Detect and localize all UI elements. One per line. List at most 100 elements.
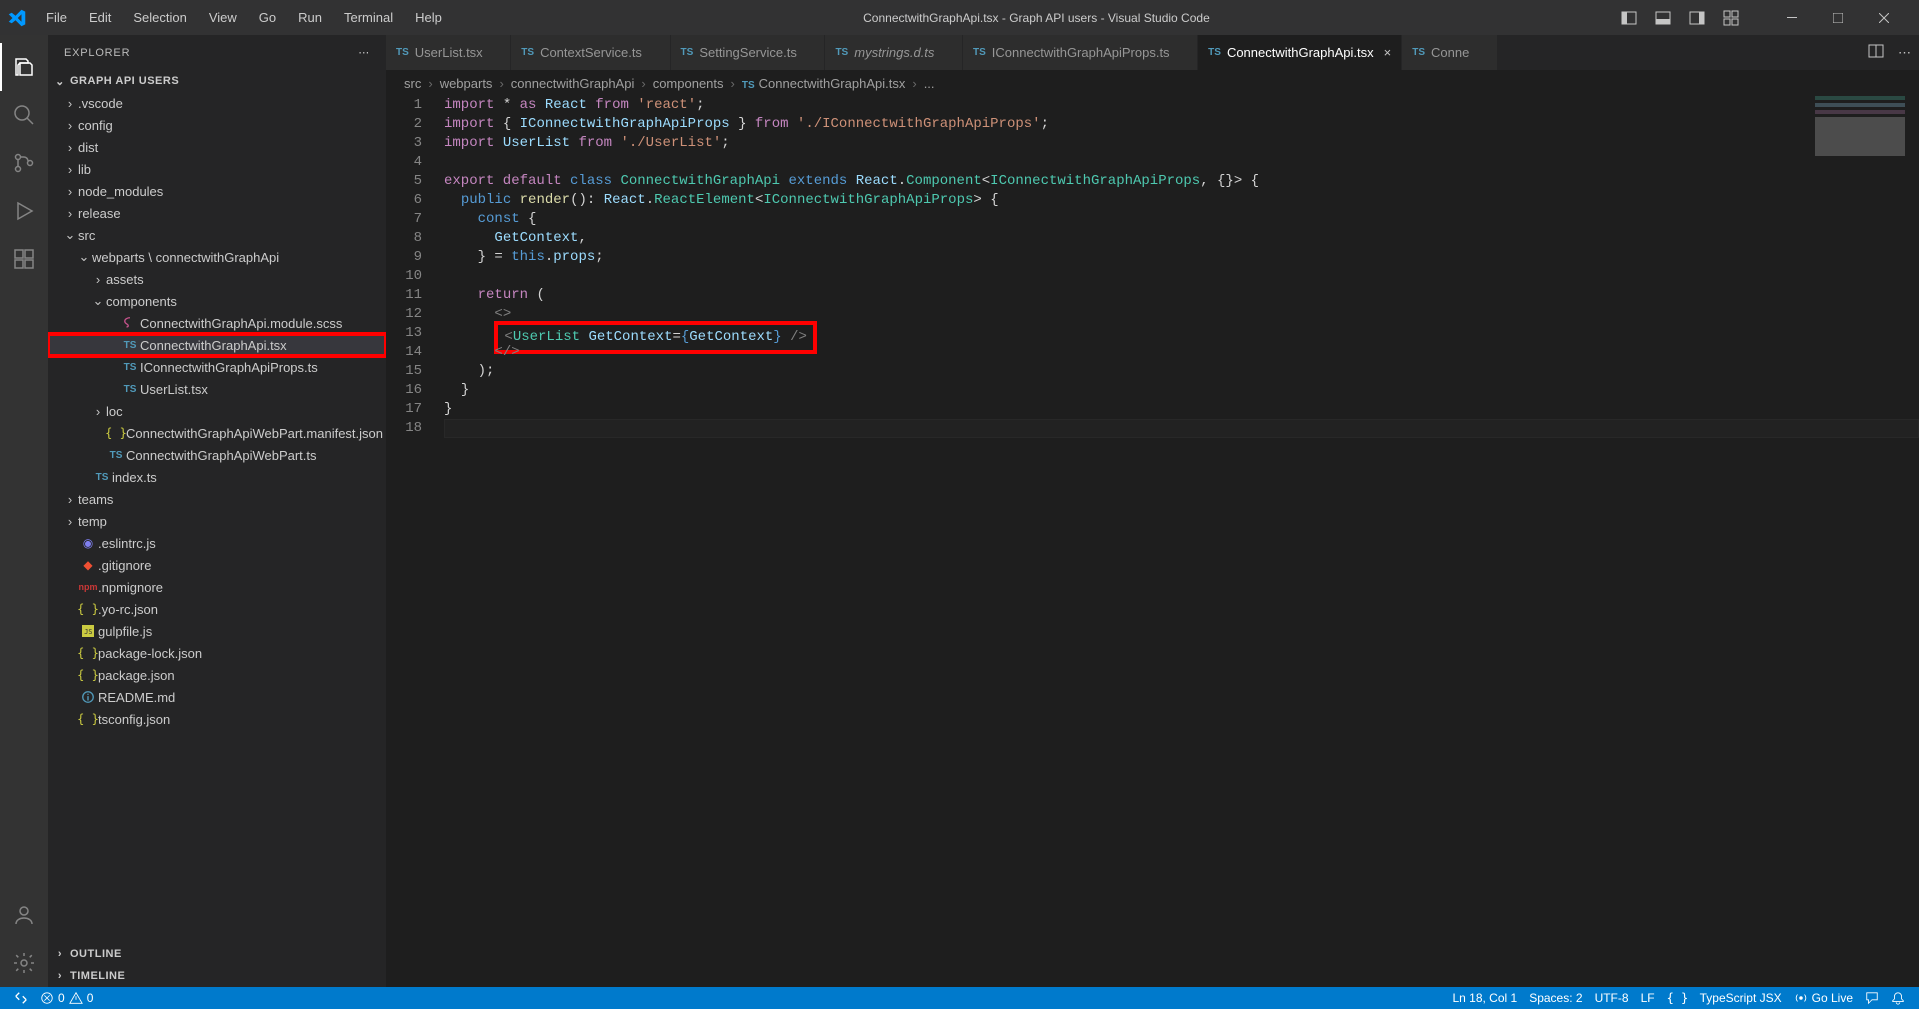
- folder-dist[interactable]: ›dist: [48, 136, 386, 158]
- status-bell[interactable]: [1885, 987, 1911, 1009]
- explorer-title: EXPLORER: [64, 47, 130, 59]
- folder-loc[interactable]: ›loc: [48, 400, 386, 422]
- activity-accounts[interactable]: [0, 891, 48, 939]
- minimize-button[interactable]: [1769, 0, 1815, 35]
- file--yo-rc-json[interactable]: { }.yo-rc.json: [48, 598, 386, 620]
- toggle-secondary-sidebar-icon[interactable]: [1689, 10, 1705, 26]
- file--eslintrc-js[interactable]: ◉.eslintrc.js: [48, 532, 386, 554]
- toggle-primary-sidebar-icon[interactable]: [1621, 10, 1637, 26]
- activity-explorer[interactable]: [0, 43, 48, 91]
- activity-extensions[interactable]: [0, 235, 48, 283]
- status-problems[interactable]: 0 0: [34, 987, 99, 1009]
- breadcrumb-item[interactable]: src: [404, 76, 421, 91]
- editor-tabs: TSUserList.tsx×TSContextService.ts×TSSet…: [386, 35, 1919, 70]
- folder-src[interactable]: ⌄src: [48, 224, 386, 246]
- menu-go[interactable]: Go: [249, 6, 286, 29]
- activity-source-control[interactable]: [0, 139, 48, 187]
- file-connectwithgraphapi-tsx[interactable]: TSConnectwithGraphApi.tsx: [48, 334, 386, 356]
- explorer-header: EXPLORER ⋯: [48, 35, 386, 70]
- toggle-panel-icon[interactable]: [1655, 10, 1671, 26]
- menu-selection[interactable]: Selection: [123, 6, 196, 29]
- folder-release[interactable]: ›release: [48, 202, 386, 224]
- folder-config[interactable]: ›config: [48, 114, 386, 136]
- menu-help[interactable]: Help: [405, 6, 452, 29]
- file-package-lock-json[interactable]: { }package-lock.json: [48, 642, 386, 664]
- timeline-section-header[interactable]: › TIMELINE: [48, 965, 386, 987]
- window-title: ConnectwithGraphApi.tsx - Graph API user…: [452, 11, 1621, 25]
- status-golive[interactable]: Go Live: [1788, 987, 1859, 1009]
- file-gulpfile-js[interactable]: JSgulpfile.js: [48, 620, 386, 642]
- status-eol[interactable]: LF: [1635, 987, 1661, 1009]
- chevron-right-icon: ›: [52, 970, 68, 982]
- explorer-sidebar: EXPLORER ⋯ ⌄ GRAPH API USERS ›.vscode›co…: [48, 35, 386, 987]
- title-layout-controls: [1621, 0, 1911, 35]
- tab-iconnectwithgraphapiprops-ts[interactable]: TSIConnectwithGraphApiProps.ts×: [963, 35, 1198, 70]
- file-readme-md[interactable]: README.md: [48, 686, 386, 708]
- outline-section-header[interactable]: › OUTLINE: [48, 943, 386, 965]
- folder-teams[interactable]: ›teams: [48, 488, 386, 510]
- status-feedback[interactable]: [1859, 987, 1885, 1009]
- breadcrumb-item[interactable]: ...: [924, 76, 935, 91]
- file-connectwithgraphapiwebpart-manifest-json[interactable]: { }ConnectwithGraphApiWebPart.manifest.j…: [48, 422, 386, 444]
- file-index-ts[interactable]: TSindex.ts: [48, 466, 386, 488]
- outline-label: OUTLINE: [70, 948, 122, 960]
- menu-terminal[interactable]: Terminal: [334, 6, 403, 29]
- status-language[interactable]: { } TypeScript JSX: [1661, 987, 1788, 1009]
- file-tsconfig-json[interactable]: { }tsconfig.json: [48, 708, 386, 730]
- folder-components[interactable]: ⌄components: [48, 290, 386, 312]
- tab-conne[interactable]: TSConne×: [1402, 35, 1498, 70]
- file-tree: ›.vscode›config›dist›lib›node_modules›re…: [48, 92, 386, 943]
- status-spaces[interactable]: Spaces: 2: [1523, 987, 1588, 1009]
- split-editor-icon[interactable]: [1868, 43, 1884, 62]
- file-connectwithgraphapiwebpart-ts[interactable]: TSConnectwithGraphApiWebPart.ts: [48, 444, 386, 466]
- folder-node-modules[interactable]: ›node_modules: [48, 180, 386, 202]
- breadcrumb-item[interactable]: components: [653, 76, 724, 91]
- folder--vscode[interactable]: ›.vscode: [48, 92, 386, 114]
- file-package-json[interactable]: { }package.json: [48, 664, 386, 686]
- maximize-button[interactable]: [1815, 0, 1861, 35]
- activity-search[interactable]: [0, 91, 48, 139]
- file-iconnectwithgraphapiprops-ts[interactable]: TSIConnectwithGraphApiProps.ts: [48, 356, 386, 378]
- chevron-down-icon: ⌄: [52, 75, 68, 88]
- menu-view[interactable]: View: [199, 6, 247, 29]
- file--gitignore[interactable]: ◆.gitignore: [48, 554, 386, 576]
- folder-assets[interactable]: ›assets: [48, 268, 386, 290]
- breadcrumb[interactable]: src›webparts›connectwithGraphApi›compone…: [386, 70, 1919, 96]
- status-lncol[interactable]: Ln 18, Col 1: [1446, 987, 1523, 1009]
- status-bar: 0 0 Ln 18, Col 1 Spaces: 2 UTF-8 LF { } …: [0, 987, 1919, 1009]
- folder-temp[interactable]: ›temp: [48, 510, 386, 532]
- tab-userlist-tsx[interactable]: TSUserList.tsx×: [386, 35, 511, 70]
- status-encoding[interactable]: UTF-8: [1589, 987, 1635, 1009]
- file-connectwithgraphapi-module-scss[interactable]: ConnectwithGraphApi.module.scss: [48, 312, 386, 334]
- chevron-right-icon: ›: [52, 948, 68, 960]
- menu-edit[interactable]: Edit: [79, 6, 121, 29]
- vscode-logo-icon: [8, 9, 26, 27]
- status-remote[interactable]: [8, 987, 34, 1009]
- menu-run[interactable]: Run: [288, 6, 332, 29]
- menu-file[interactable]: File: [36, 6, 77, 29]
- folder-lib[interactable]: ›lib: [48, 158, 386, 180]
- svg-text:JS: JS: [84, 628, 92, 636]
- customize-layout-icon[interactable]: [1723, 10, 1739, 26]
- tab-settingservice-ts[interactable]: TSSettingService.ts×: [671, 35, 826, 70]
- folder-webparts---connectwithgraphapi[interactable]: ⌄webparts \ connectwithGraphApi: [48, 246, 386, 268]
- tab-connectwithgraphapi-tsx[interactable]: TSConnectwithGraphApi.tsx×: [1198, 35, 1402, 70]
- tab-contextservice-ts[interactable]: TSContextService.ts×: [511, 35, 670, 70]
- breadcrumb-item[interactable]: webparts: [440, 76, 493, 91]
- project-name: GRAPH API USERS: [70, 75, 179, 87]
- activity-settings[interactable]: [0, 939, 48, 987]
- file-userlist-tsx[interactable]: TSUserList.tsx: [48, 378, 386, 400]
- file--npmignore[interactable]: npm.npmignore: [48, 576, 386, 598]
- more-actions-icon[interactable]: ⋯: [1898, 45, 1911, 61]
- explorer-more-icon[interactable]: ⋯: [358, 46, 370, 59]
- activity-bar: [0, 35, 48, 987]
- code-editor[interactable]: 123456789101112131415161718 import * as …: [386, 96, 1919, 987]
- timeline-label: TIMELINE: [70, 970, 125, 982]
- close-window-button[interactable]: [1861, 0, 1907, 35]
- code-content[interactable]: import * as React from 'react';import { …: [444, 96, 1919, 987]
- tab-mystrings-d-ts[interactable]: TSmystrings.d.ts×: [825, 35, 963, 70]
- project-section-header[interactable]: ⌄ GRAPH API USERS: [48, 70, 386, 92]
- breadcrumb-item[interactable]: connectwithGraphApi: [511, 76, 635, 91]
- activity-run-debug[interactable]: [0, 187, 48, 235]
- breadcrumb-item[interactable]: TSConnectwithGraphApi.tsx: [742, 76, 905, 91]
